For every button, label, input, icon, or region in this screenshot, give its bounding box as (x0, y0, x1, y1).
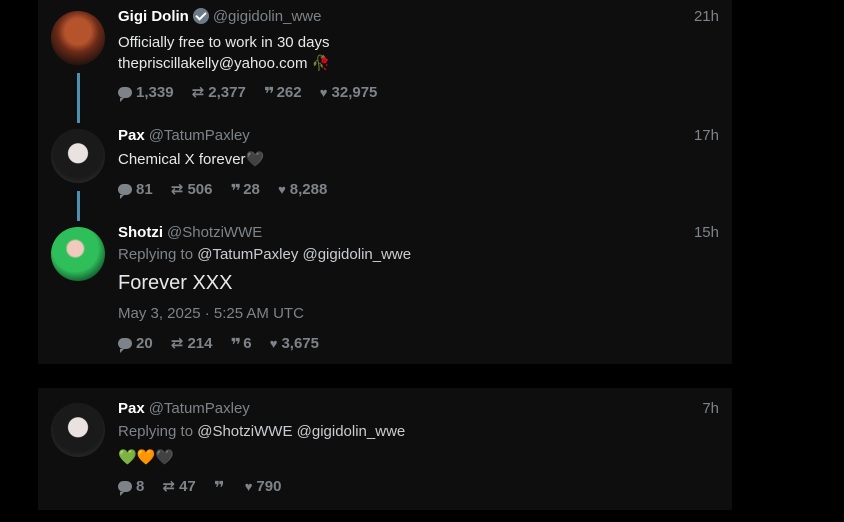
avatar[interactable] (51, 11, 105, 65)
comment-icon (118, 87, 132, 102)
comment-count-value: 81 (136, 181, 153, 198)
heart-icon: ♥ (269, 336, 278, 351)
replying-to-label: Replying to (118, 423, 194, 440)
avatar[interactable] (51, 129, 105, 183)
timestamp[interactable]: 21h (694, 8, 719, 25)
like-count-value: 32,975 (331, 84, 378, 101)
tweet-stats: 20 ⇄ 214 ❞ 6 ♥ 3,675 (118, 334, 333, 355)
comment-count-value: 8 (136, 478, 145, 495)
retweet-count[interactable]: ⇄ 47 (163, 477, 196, 495)
display-name[interactable]: Shotzi (118, 224, 163, 241)
retweet-icon: ⇄ (170, 181, 184, 198)
tweet-stats: 8 ⇄ 47 ❞ ♥ 790 (118, 477, 295, 498)
like-count[interactable]: ♥ 32,975 (320, 84, 378, 101)
heart-icon: ♥ (278, 182, 286, 197)
timestamp[interactable]: 17h (694, 127, 719, 144)
tweet-item[interactable]: Gigi Dolin @gigidolin_wwe 21h Officially … (38, 0, 732, 123)
retweet-count[interactable]: ⇄ 214 (171, 334, 213, 352)
tweet-text: 💚🧡🖤 (118, 449, 175, 466)
comment-count-value: 1,339 (136, 84, 174, 101)
tweet-header: Shotzi @ShotziWWE 15h (118, 224, 719, 244)
conversation-thread: Gigi Dolin @gigidolin_wwe 21h Officially … (38, 0, 732, 364)
username[interactable]: @gigidolin_wwe (213, 8, 322, 25)
retweet-icon: ⇄ (162, 478, 176, 495)
thread-connector (77, 191, 80, 221)
tweet-text: Forever XXX (118, 272, 233, 294)
quote-count[interactable]: ❞ 6 (230, 335, 252, 355)
replying-to-label: Replying to (118, 246, 194, 263)
username[interactable]: @TatumPaxley (149, 127, 250, 144)
tweet-stats: 81 ⇄ 506 ❞ 28 ♥ 8,288 (118, 180, 341, 201)
retweet-count-value: 506 (187, 181, 213, 198)
comment-count[interactable]: 1,339 (118, 84, 174, 102)
like-count[interactable]: ♥ 8,288 (278, 181, 327, 198)
like-count-value: 8,288 (289, 181, 328, 198)
avatar[interactable] (51, 227, 105, 281)
retweet-count-value: 47 (179, 478, 196, 495)
comment-icon (118, 481, 132, 496)
comment-count-value: 20 (136, 335, 153, 352)
retweet-icon: ⇄ (191, 84, 205, 101)
tweet-header: Pax @TatumPaxley 17h (118, 127, 719, 147)
username[interactable]: @ShotziWWE (167, 224, 262, 241)
retweet-icon: ⇄ (170, 335, 184, 352)
avatar[interactable] (51, 403, 105, 457)
tweet-text: Officially free to work in 30 days thepr… (118, 32, 330, 74)
retweet-count-value: 2,377 (208, 84, 246, 101)
like-count-value: 3,675 (281, 335, 319, 352)
tweet-item[interactable]: Shotzi @ShotziWWE 15h Replying to @TatumP… (38, 222, 732, 364)
tweet-header: Gigi Dolin @gigidolin_wwe 21h (118, 8, 719, 28)
quote-icon: ❞ (264, 84, 274, 104)
quote-icon: ❞ (213, 478, 224, 498)
replying-to: Replying to @ShotziWWE @gigidolin_wwe (118, 423, 405, 440)
timestamp[interactable]: 7h (702, 400, 719, 417)
tweet-text: Chemical X forever🖤 (118, 151, 265, 168)
rose-emoji: 🥀 (311, 55, 331, 72)
heart-icon: ♥ (319, 85, 328, 100)
quote-count-value: 28 (243, 181, 260, 198)
tweet-item[interactable]: Pax @TatumPaxley 7h Replying to @ShotziWW… (38, 388, 732, 510)
quote-count[interactable]: ❞ 262 (264, 84, 302, 104)
comment-icon (118, 338, 132, 353)
thread-connector (77, 73, 80, 123)
quote-count-value: 262 (276, 84, 302, 101)
quote-icon: ❞ (230, 335, 241, 355)
comment-count[interactable]: 20 (118, 335, 153, 353)
mention-links[interactable]: @ShotziWWE @gigidolin_wwe (197, 423, 405, 440)
username[interactable]: @TatumPaxley (149, 400, 250, 417)
retweet-count[interactable]: ⇄ 2,377 (192, 83, 246, 101)
quote-icon: ❞ (230, 181, 241, 201)
tweet-header: Pax @TatumPaxley 7h (118, 400, 719, 420)
timestamp[interactable]: 15h (694, 224, 719, 241)
quote-count[interactable]: ❞ (213, 478, 227, 498)
tweet-stats: 1,339 ⇄ 2,377 ❞ 262 ♥ 32,975 (118, 83, 391, 104)
quote-count[interactable]: ❞ 28 (230, 181, 260, 201)
comment-count[interactable]: 81 (118, 181, 153, 199)
tweet-date[interactable]: May 3, 2025 · 5:25 AM UTC (118, 305, 304, 322)
like-count-value: 790 (256, 478, 282, 495)
mention-links[interactable]: @TatumPaxley @gigidolin_wwe (197, 246, 411, 263)
retweet-count-value: 214 (187, 335, 213, 352)
reply-panel: Pax @TatumPaxley 7h Replying to @ShotziWW… (38, 388, 732, 510)
comment-icon (118, 184, 132, 199)
replying-to: Replying to @TatumPaxley @gigidolin_wwe (118, 246, 411, 263)
display-name[interactable]: Pax (118, 400, 145, 417)
comment-count[interactable]: 8 (118, 478, 145, 496)
display-name[interactable]: Gigi Dolin (118, 8, 189, 25)
tweet-text-line: Officially free to work in 30 days (118, 34, 330, 51)
display-name[interactable]: Pax (118, 127, 145, 144)
verified-badge-icon (192, 8, 209, 24)
like-count[interactable]: ♥ 3,675 (270, 335, 319, 352)
retweet-count[interactable]: ⇄ 506 (171, 180, 213, 198)
heart-icon: ♥ (244, 479, 253, 494)
like-count[interactable]: ♥ 790 (245, 478, 282, 495)
quote-count-value: 6 (243, 335, 252, 352)
tweet-text-line: thepriscillakelly@yahoo.com 🥀 (118, 53, 330, 74)
tweet-item[interactable]: Pax @TatumPaxley 17h Chemical X forever🖤 … (38, 122, 732, 222)
email-text: thepriscillakelly@yahoo.com (118, 55, 308, 72)
